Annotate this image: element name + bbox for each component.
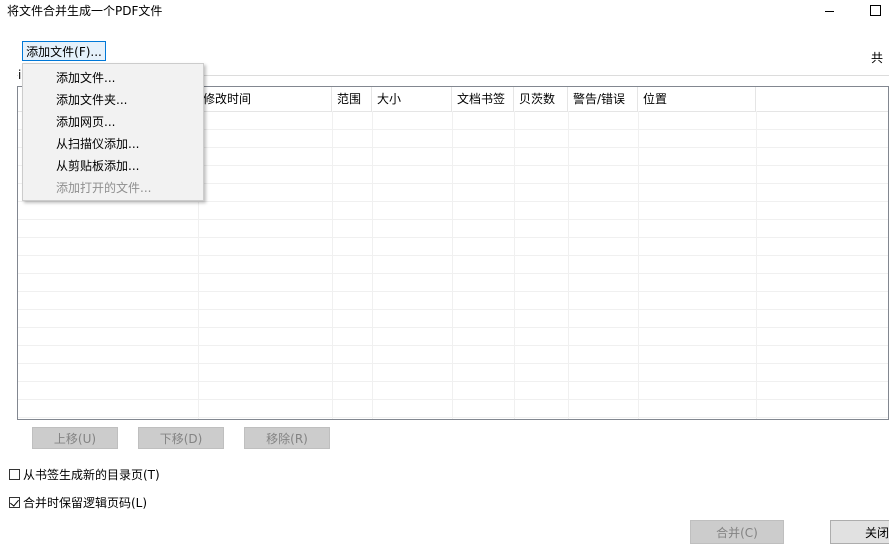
remove-button[interactable]: 移除(R) <box>244 427 330 449</box>
table-row-line <box>18 309 888 310</box>
maximize-icon <box>869 4 881 16</box>
merge-button[interactable]: 合并(C) <box>690 520 784 544</box>
close-button[interactable]: 关闭 <box>830 520 889 544</box>
gen-toc-option[interactable]: 从书签生成新的目录页(T) <box>9 466 309 483</box>
add-menu: 添加文件... 添加文件夹... 添加网页... 从扫描仪添加... 从剪贴板添… <box>22 63 204 201</box>
column-header-modified[interactable]: 修改时间 <box>198 87 332 111</box>
column-header-bookmarks[interactable]: 文档书签 <box>452 87 514 111</box>
gen-toc-checkbox[interactable] <box>9 469 20 480</box>
table-row-line <box>18 291 888 292</box>
table-row-line <box>18 363 888 364</box>
table-row-line <box>18 255 888 256</box>
menu-item-add-scanner[interactable]: 从扫描仪添加... <box>56 133 139 155</box>
column-header-bates[interactable]: 贝茨数 <box>514 87 568 111</box>
column-header-size[interactable]: 大小 <box>372 87 452 111</box>
table-row-line <box>18 219 888 220</box>
table-row-line <box>18 201 888 202</box>
column-header-range[interactable]: 范围 <box>332 87 372 111</box>
table-row-line <box>18 327 888 328</box>
total-count-label: 共 <box>871 51 884 65</box>
grid-line <box>568 111 569 419</box>
menu-item-add-webpage[interactable]: 添加网页... <box>56 111 115 133</box>
table-row-line <box>18 381 888 382</box>
menu-item-add-open-files[interactable]: 添加打开的文件... <box>56 177 151 199</box>
table-row-line <box>18 273 888 274</box>
column-header-location[interactable]: 位置 <box>638 87 756 111</box>
move-up-button[interactable]: 上移(U) <box>32 427 118 449</box>
grid-line <box>756 111 757 419</box>
menu-item-add-clipboard[interactable]: 从剪贴板添加... <box>56 155 139 177</box>
table-row-line <box>18 417 888 418</box>
grid-line <box>452 111 453 419</box>
column-header-warnings[interactable]: 警告/错误 <box>568 87 638 111</box>
maximize-button[interactable] <box>860 0 889 20</box>
keep-logical-checkbox[interactable] <box>9 497 20 508</box>
table-row-line <box>18 345 888 346</box>
gen-toc-label: 从书签生成新的目录页(T) <box>23 468 160 482</box>
minimize-icon <box>824 10 834 12</box>
minimize-button[interactable] <box>814 0 844 20</box>
table-row-line <box>18 237 888 238</box>
grid-line <box>514 111 515 419</box>
table-row-line <box>18 399 888 400</box>
grid-line <box>372 111 373 419</box>
menu-item-add-file[interactable]: 添加文件... <box>56 67 115 89</box>
menu-item-add-folder[interactable]: 添加文件夹... <box>56 89 127 111</box>
keep-logical-option[interactable]: 合并时保留逻辑页码(L) <box>9 494 309 511</box>
move-down-button[interactable]: 下移(D) <box>138 427 224 449</box>
window-title: 将文件合并生成一个PDF文件 <box>7 4 163 18</box>
grid-line <box>332 111 333 419</box>
keep-logical-label: 合并时保留逻辑页码(L) <box>23 496 148 510</box>
grid-line <box>638 111 639 419</box>
add-file-button[interactable]: 添加文件(F)... <box>22 41 106 61</box>
column-header-extra[interactable] <box>756 87 888 111</box>
